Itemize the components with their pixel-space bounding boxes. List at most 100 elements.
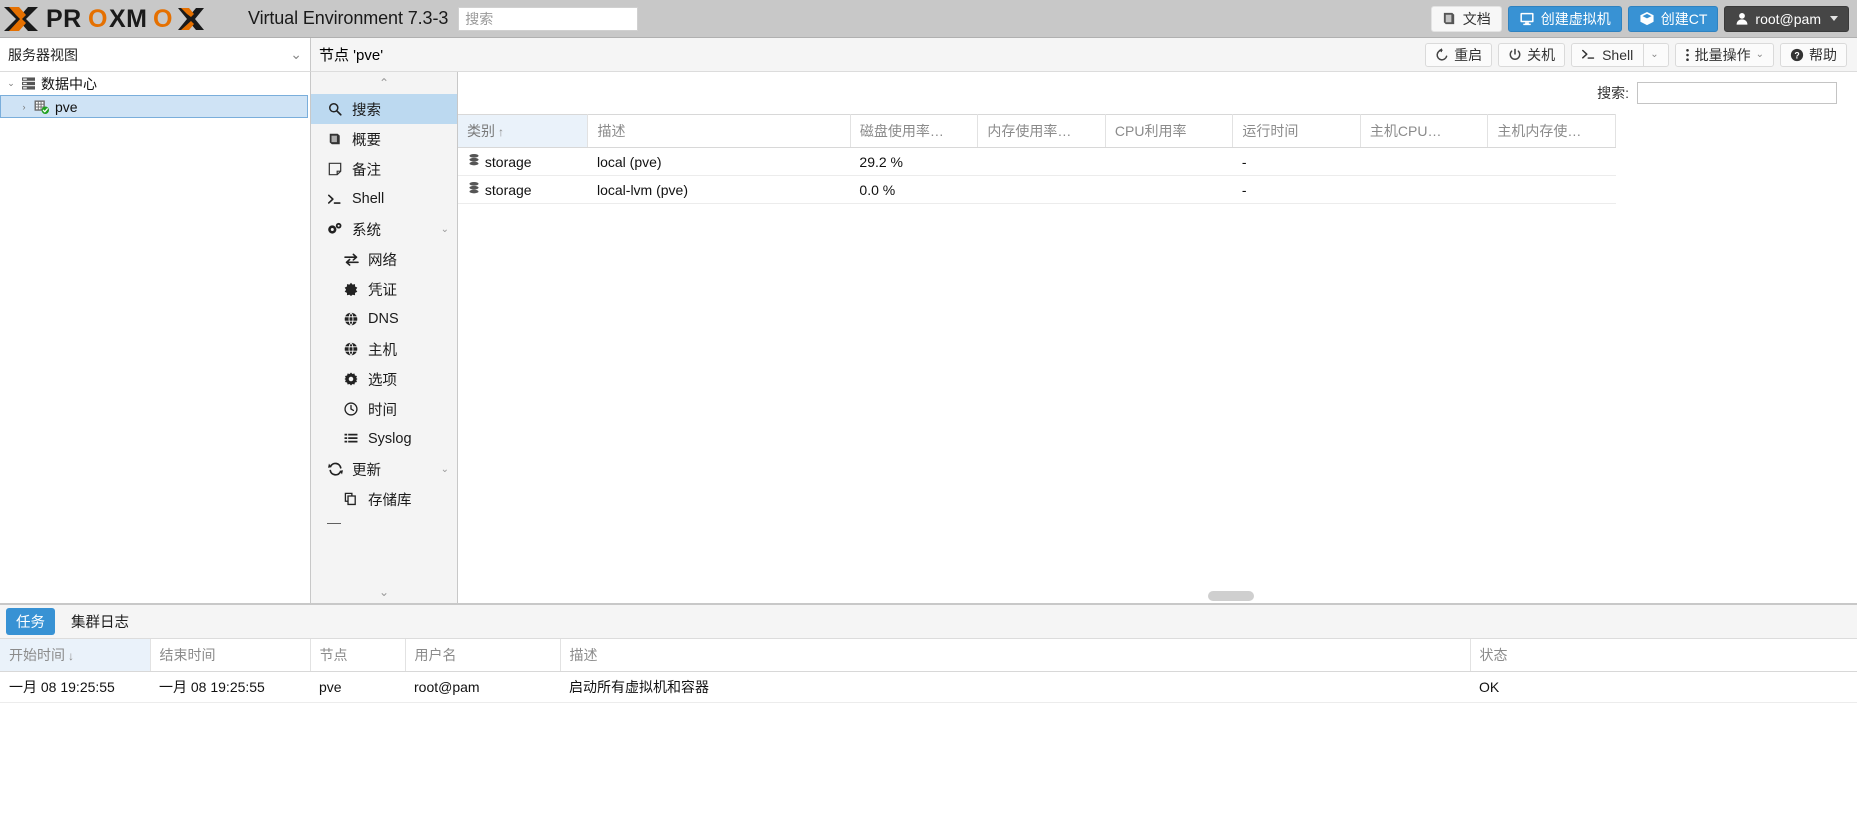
terminal-icon [327, 193, 343, 206]
view-selector[interactable]: 服务器视图 ⌄ [0, 38, 311, 72]
gear-icon [343, 372, 359, 386]
nav-item-repositories[interactable]: 存储库 [311, 484, 457, 514]
cell-username: root@pam [405, 671, 560, 703]
nav-scroll-up-button[interactable]: ⌃ [311, 72, 457, 94]
chevron-down-icon: ⌄ [290, 46, 302, 62]
nav-item-label: 选项 [368, 372, 397, 389]
nav-item-summary[interactable]: 概要 [311, 124, 457, 154]
list-icon [343, 432, 359, 446]
network-icon [343, 253, 359, 266]
cell-host-memory [1487, 147, 1616, 176]
column-header-host-memory[interactable]: 主机内存使… [1487, 114, 1616, 148]
column-header-disk-usage[interactable]: 磁盘使用率… [850, 114, 979, 148]
cell-cpu-usage [1105, 175, 1233, 204]
nav-item-syslog[interactable]: Syslog [311, 424, 457, 454]
task-panel-tabs: 任务 集群日志 [0, 605, 1857, 639]
documentation-button[interactable]: 文档 [1430, 5, 1502, 32]
table-row[interactable]: storage local-lvm (pve) 0.0 % - [458, 175, 1616, 204]
nav-item-certificates[interactable]: 凭证 [311, 274, 457, 304]
help-button[interactable]: ? 帮助 [1780, 42, 1847, 67]
cell-disk-usage: 0.0 % [850, 175, 978, 204]
horizontal-scrollbar[interactable] [458, 589, 1857, 603]
power-icon [1509, 48, 1521, 60]
main-area: ⌄ 数据中心 › pve ⌃ 搜索 概要 备注 Shell 系统 ⌄ 网络 凭证… [0, 72, 1857, 603]
column-header-node[interactable]: 节点 [310, 639, 406, 672]
column-header-end-time[interactable]: 结束时间 [150, 639, 311, 672]
column-header-cpu-usage[interactable]: CPU利用率 [1105, 114, 1234, 148]
chevron-down-icon[interactable]: ⌄ [6, 78, 16, 89]
column-header-memory-usage[interactable]: 内存使用率… [977, 114, 1106, 148]
bulk-actions-button[interactable]: 批量操作 ⌄ [1674, 42, 1774, 67]
column-header-username[interactable]: 用户名 [405, 639, 561, 672]
search-icon [327, 102, 343, 116]
node-header: 节点 'pve' 重启 关机 Shell ⌄ 批量操作 ⌄ ? 帮助 [311, 38, 1857, 72]
create-ct-button[interactable]: 创建CT [1627, 5, 1719, 32]
nav-item-label: 概要 [352, 132, 381, 149]
cell-end-time: 一月 08 19:25:55 [150, 671, 310, 703]
product-name: Virtual Environment 7.3-3 [248, 8, 449, 28]
nav-item-search[interactable]: 搜索 [311, 94, 457, 124]
cell-description: 启动所有虚拟机和容器 [560, 671, 1470, 703]
search-input[interactable] [1637, 82, 1837, 104]
nav-item-network[interactable]: 网络 [311, 244, 457, 274]
chevron-down-icon: ⌄ [1755, 49, 1764, 60]
sort-descending-icon: ↓ [68, 649, 74, 663]
tree-item-pve[interactable]: › pve [0, 95, 308, 118]
column-header-host-cpu[interactable]: 主机CPU… [1360, 114, 1489, 148]
cell-memory-usage [977, 175, 1106, 204]
global-search-input[interactable] [458, 6, 639, 31]
nav-item-shell[interactable]: Shell [311, 184, 457, 214]
table-row[interactable]: storage local (pve) 29.2 % - [458, 147, 1616, 176]
chevron-down-icon[interactable]: ⌄ [441, 224, 449, 235]
scrollbar-thumb[interactable] [1208, 591, 1254, 601]
proxmox-logo[interactable]: PR O XM O [0, 0, 240, 38]
cell-type: storage [458, 147, 588, 176]
book-icon [1443, 12, 1454, 25]
nav-scroll-down-button[interactable]: ⌄ [311, 581, 457, 603]
column-header-description[interactable]: 描述 [560, 639, 1471, 672]
cell-host-cpu [1360, 175, 1488, 204]
chevron-right-icon[interactable]: › [19, 102, 29, 112]
create-vm-label: 创建虚拟机 [1540, 10, 1611, 27]
chevron-down-icon[interactable]: ⌄ [441, 464, 449, 475]
restart-button[interactable]: 重启 [1425, 42, 1493, 67]
nav-item-hosts[interactable]: 主机 [311, 334, 457, 364]
create-vm-button[interactable]: 创建虚拟机 [1507, 5, 1622, 32]
shutdown-button[interactable]: 关机 [1498, 42, 1566, 67]
cell-start-time: 一月 08 19:25:55 [0, 671, 150, 703]
storage-icon [469, 153, 479, 166]
tab-cluster-log[interactable]: 集群日志 [61, 608, 139, 635]
cell-type-label: storage [484, 182, 532, 198]
shell-button[interactable]: Shell ⌄ [1571, 42, 1669, 67]
nav-item-label: Syslog [368, 431, 412, 447]
nav-item-options[interactable]: 选项 [311, 364, 457, 394]
column-header-type[interactable]: 类别 ↑ [458, 114, 589, 148]
nav-item-label: 凭证 [368, 282, 397, 299]
nav-item-updates[interactable]: 更新 ⌄ [311, 454, 457, 484]
nav-item-notes[interactable]: 备注 [311, 154, 457, 184]
nav-item-dns[interactable]: DNS [311, 304, 457, 334]
nav-collapse-indicator: — [327, 514, 341, 530]
column-header-start-time[interactable]: 开始时间 ↓ [0, 639, 151, 672]
task-header-row: 开始时间 ↓ 结束时间 节点 用户名 描述 状态 [0, 639, 1857, 672]
restart-icon [1436, 47, 1448, 60]
resource-tree: ⌄ 数据中心 › pve [0, 72, 311, 603]
column-header-uptime[interactable]: 运行时间 [1232, 114, 1361, 148]
bulk-actions-label: 批量操作 [1694, 46, 1751, 63]
column-header-description[interactable]: 描述 [587, 114, 851, 148]
nav-item-list: 搜索 概要 备注 Shell 系统 ⌄ 网络 凭证 DNS 主机 选项 时间 S… [311, 94, 457, 581]
chevron-down-icon: ⌄ [1650, 49, 1659, 60]
nav-item-time[interactable]: 时间 [311, 394, 457, 424]
table-row[interactable]: 一月 08 19:25:55 一月 08 19:25:55 pve root@p… [0, 671, 1857, 703]
tab-tasks[interactable]: 任务 [6, 608, 55, 635]
nav-item-system[interactable]: 系统 ⌄ [311, 214, 457, 244]
gears-icon [327, 222, 343, 236]
user-menu-button[interactable]: root@pam [1724, 5, 1849, 32]
tree-item-datacenter[interactable]: ⌄ 数据中心 [0, 72, 310, 95]
cell-memory-usage [977, 147, 1106, 176]
shell-dropdown-toggle[interactable]: ⌄ [1643, 43, 1659, 66]
svg-text:?: ? [1794, 50, 1799, 60]
column-header-status[interactable]: 状态 [1470, 639, 1857, 672]
vertical-dots-icon [1685, 48, 1689, 61]
clock-icon [343, 402, 359, 416]
